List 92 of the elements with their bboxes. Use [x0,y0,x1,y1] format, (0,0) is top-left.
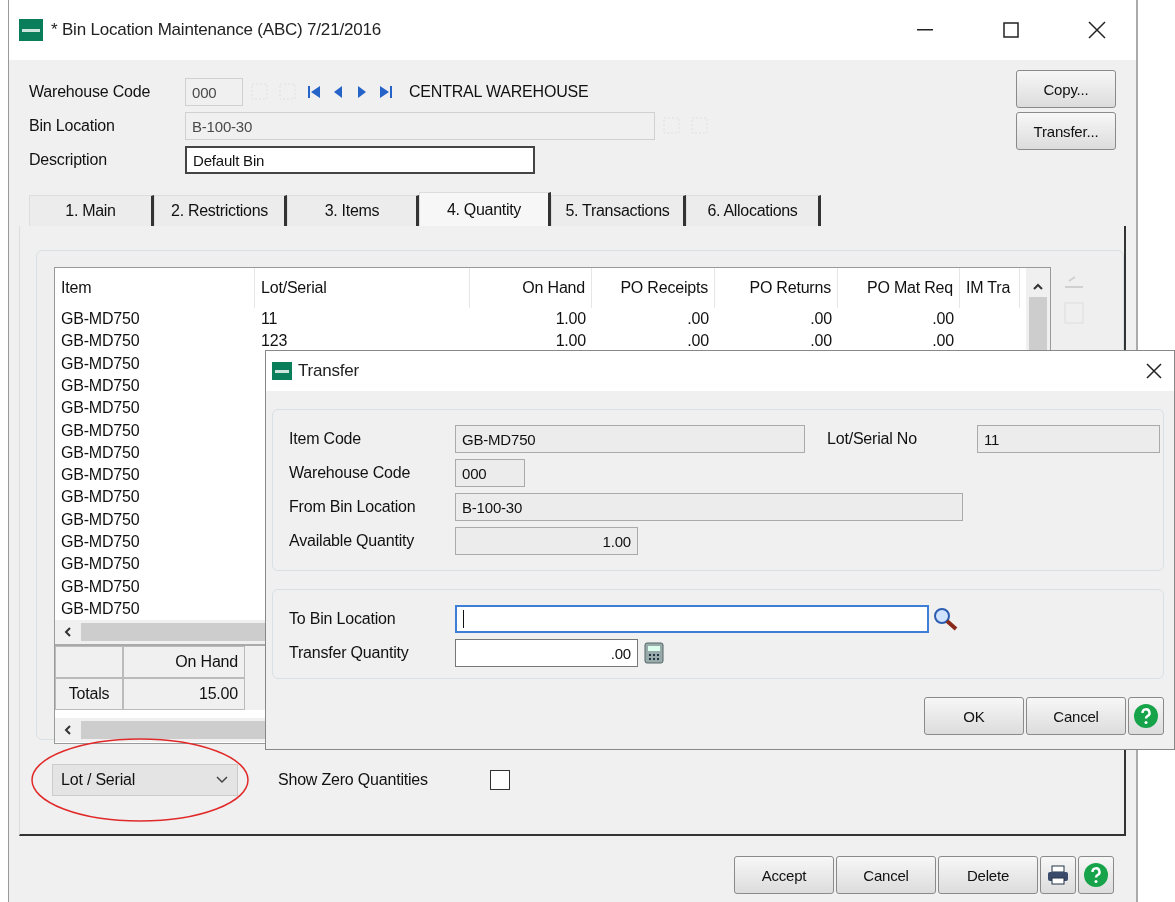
table-cell-text: GB-MD750 [60,488,141,507]
vertical-scrollbar[interactable] [1026,268,1050,352]
app-logo-icon [19,19,43,41]
column-header[interactable]: IM Tra [960,268,1020,308]
column-header[interactable]: On Hand [470,268,592,308]
delete-button[interactable]: Delete [938,856,1038,894]
help-button[interactable] [1128,697,1164,735]
close-icon [1088,21,1106,39]
table-cell-text: .00 [809,310,833,329]
field-label: Description [29,151,108,169]
copy-button[interactable]: Copy... [1016,70,1116,108]
table-cell-text: GB-MD750 [60,354,141,373]
table-cell-text: GB-MD750 [60,421,141,440]
tab[interactable]: 6. Allocations [686,195,821,226]
chevron-down-icon [215,775,229,785]
column-header[interactable]: PO Returns [715,268,838,308]
maximize-icon [1003,22,1019,38]
ok-button[interactable]: OK [924,697,1024,735]
field-label: Transfer Quantity [288,644,410,662]
cancel-button[interactable]: Cancel [836,856,936,894]
warehouse-name: CENTRAL WAREHOUSE [409,83,589,101]
table-cell-text: GB-MD750 [60,376,141,395]
empty-cell [55,646,123,678]
table-cell-text: GB-MD750 [60,555,141,574]
view-dropdown[interactable]: Lot / Serial [52,764,238,796]
table-cell-text: .00 [931,310,955,329]
table-cell-text: GB-MD750 [60,443,141,462]
column-header[interactable]: PO Mat Req [838,268,960,308]
table-cell-text: 11 [260,310,279,329]
table-cell-text: 1.00 [554,332,587,351]
table-cell-text: .00 [686,332,710,351]
printer-icon [1046,864,1070,886]
row-header: Totals [55,678,123,710]
tab[interactable]: 2. Restrictions [154,195,287,226]
table-cell-text: 123 [260,332,289,351]
table-cell-text: .00 [686,310,710,329]
first-record-icon[interactable] [305,83,323,101]
field-label: Warehouse Code [288,464,412,482]
table-cell-text: GB-MD750 [60,532,141,551]
horizontal-scrollbar[interactable] [55,718,265,742]
table-cell-text: .00 [809,332,833,351]
field-label: From Bin Location [288,498,417,516]
table-cell-text: 1.00 [554,310,587,329]
show-zero-checkbox[interactable] [489,770,510,790]
column-header[interactable]: PO Receipts [592,268,715,308]
table-cell-text: GB-MD750 [60,577,141,596]
item-code-field[interactable]: GB-MD750 [455,425,805,453]
tab[interactable]: 5. Transactions [551,195,686,226]
tab[interactable]: 1. Main [29,195,154,226]
table-cell-text: GB-MD750 [60,599,141,618]
field-label: Available Quantity [288,532,416,550]
from-bin-location-field[interactable]: B-100-30 [455,493,963,521]
horizontal-scrollbar[interactable] [55,620,265,644]
close-icon [1146,363,1162,379]
checkbox-label: Show Zero Quantities [278,771,428,789]
warehouse-code-field[interactable]: 000 [185,78,243,106]
field-label: Bin Location [29,117,116,135]
cancel-button[interactable]: Cancel [1026,697,1126,735]
last-record-icon[interactable] [377,83,395,101]
help-icon [1133,703,1159,729]
help-icon [1083,862,1109,888]
warehouse-code-field[interactable]: 000 [455,459,525,487]
field-label: Item Code [288,430,362,448]
minimize-icon [917,29,933,31]
accept-button[interactable]: Accept [734,856,834,894]
table-cell-text: GB-MD750 [60,466,141,485]
bin-location-field[interactable]: B-100-30 [185,112,655,140]
table-cell-text: GB-MD750 [60,510,141,529]
tab[interactable]: 4. Quantity [419,192,551,226]
table-cell-text: GB-MD750 [60,399,141,418]
column-header[interactable]: Lot/Serial [255,268,470,308]
transfer-button[interactable]: Transfer... [1016,112,1116,150]
table-cell-text: .00 [931,332,955,351]
column-header[interactable]: Item [55,268,255,308]
table-cell: 15.00 [123,678,245,710]
window-title: * Bin Location Maintenance (ABC) 7/21/2016 [51,20,382,40]
field-label: Warehouse Code [29,83,152,101]
to-bin-location-field[interactable] [455,605,929,633]
tab[interactable]: 3. Items [287,195,419,226]
field-label: To Bin Location [288,610,397,628]
field-label: Lot/Serial No [826,430,918,448]
app-logo-icon [272,362,292,380]
dialog-title: Transfer [298,361,361,381]
lot-serial-field[interactable]: 11 [977,425,1160,453]
transfer-quantity-field[interactable]: .00 [455,639,638,667]
table-cell-text: GB-MD750 [60,310,141,329]
calculator-icon[interactable] [642,641,666,665]
column-header: On Hand [123,646,245,678]
print-button[interactable] [1040,856,1076,894]
description-field[interactable]: Default Bin [185,146,535,174]
table-cell-text: GB-MD750 [60,332,141,351]
available-quantity-field[interactable]: 1.00 [455,527,638,555]
